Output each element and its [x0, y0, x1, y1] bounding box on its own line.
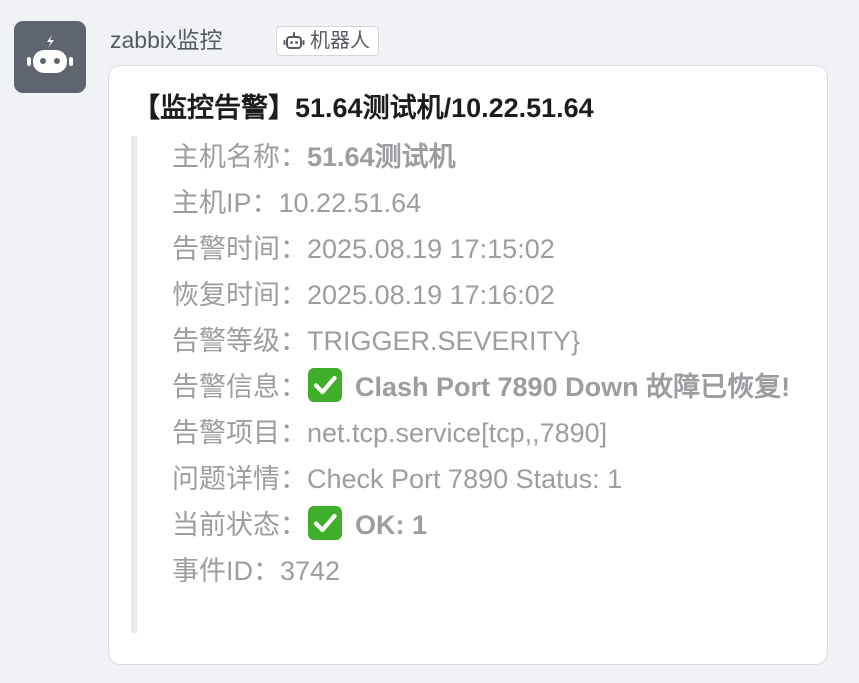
- field-label: 告警时间：: [172, 234, 307, 264]
- field-problem-detail: 问题详情：Check Port 7890 Status: 1: [172, 456, 812, 502]
- field-list: 主机名称：51.64测试机 主机IP：10.22.51.64 告警时间：2025…: [172, 134, 812, 594]
- check-mark-icon: [308, 368, 342, 402]
- field-label: 告警项目：: [172, 418, 307, 448]
- field-value: Clash Port 7890 Down 故障已恢复!: [355, 372, 791, 402]
- field-label: 告警信息：: [172, 372, 307, 402]
- field-label: 当前状态：: [172, 510, 307, 540]
- field-label: 恢复时间：: [172, 280, 307, 310]
- bot-badge: 机器人: [276, 26, 379, 56]
- robot-icon: [27, 35, 73, 73]
- field-value: 10.22.51.64: [278, 188, 422, 218]
- field-value: Check Port 7890 Status: 1: [307, 464, 623, 494]
- field-alert-time: 告警时间：2025.08.19 17:15:02: [172, 226, 812, 272]
- field-alert-level: 告警等级：TRIGGER.SEVERITY}: [172, 318, 812, 364]
- field-recovery-time: 恢复时间：2025.08.19 17:16:02: [172, 272, 812, 318]
- field-value: 2025.08.19 17:15:02: [307, 234, 555, 264]
- field-alert-item: 告警项目：net.tcp.service[tcp,,7890]: [172, 410, 812, 456]
- field-host-ip: 主机IP：10.22.51.64: [172, 180, 812, 226]
- field-value: OK: 1: [355, 510, 428, 540]
- field-current-status: 当前状态： OK: 1: [172, 502, 812, 548]
- field-value: net.tcp.service[tcp,,7890]: [307, 418, 608, 448]
- avatar[interactable]: [14, 21, 86, 93]
- field-value: TRIGGER.SEVERITY}: [307, 326, 581, 356]
- field-value: 3742: [280, 556, 341, 586]
- field-host-name: 主机名称：51.64测试机: [172, 134, 812, 180]
- quote-bar: [131, 136, 137, 633]
- field-value: 2025.08.19 17:16:02: [307, 280, 555, 310]
- sender-name[interactable]: zabbix监控: [110, 26, 222, 54]
- robot-icon: [283, 30, 305, 52]
- field-label: 主机IP：: [172, 188, 279, 218]
- field-label: 主机名称：: [172, 142, 307, 172]
- field-event-id: 事件ID：3742: [172, 548, 812, 594]
- field-alert-info: 告警信息： Clash Port 7890 Down 故障已恢复!: [172, 364, 802, 410]
- message-title: 【监控告警】51.64测试机/10.22.51.64: [133, 93, 594, 123]
- bot-badge-label: 机器人: [310, 30, 370, 52]
- field-label: 问题详情：: [172, 464, 307, 494]
- message-card[interactable]: 【监控告警】51.64测试机/10.22.51.64 主机名称：51.64测试机…: [108, 65, 828, 665]
- field-label: 告警等级：: [172, 326, 307, 356]
- field-value: 51.64测试机: [307, 142, 456, 172]
- field-label: 事件ID：: [172, 556, 280, 586]
- check-mark-icon: [308, 506, 342, 540]
